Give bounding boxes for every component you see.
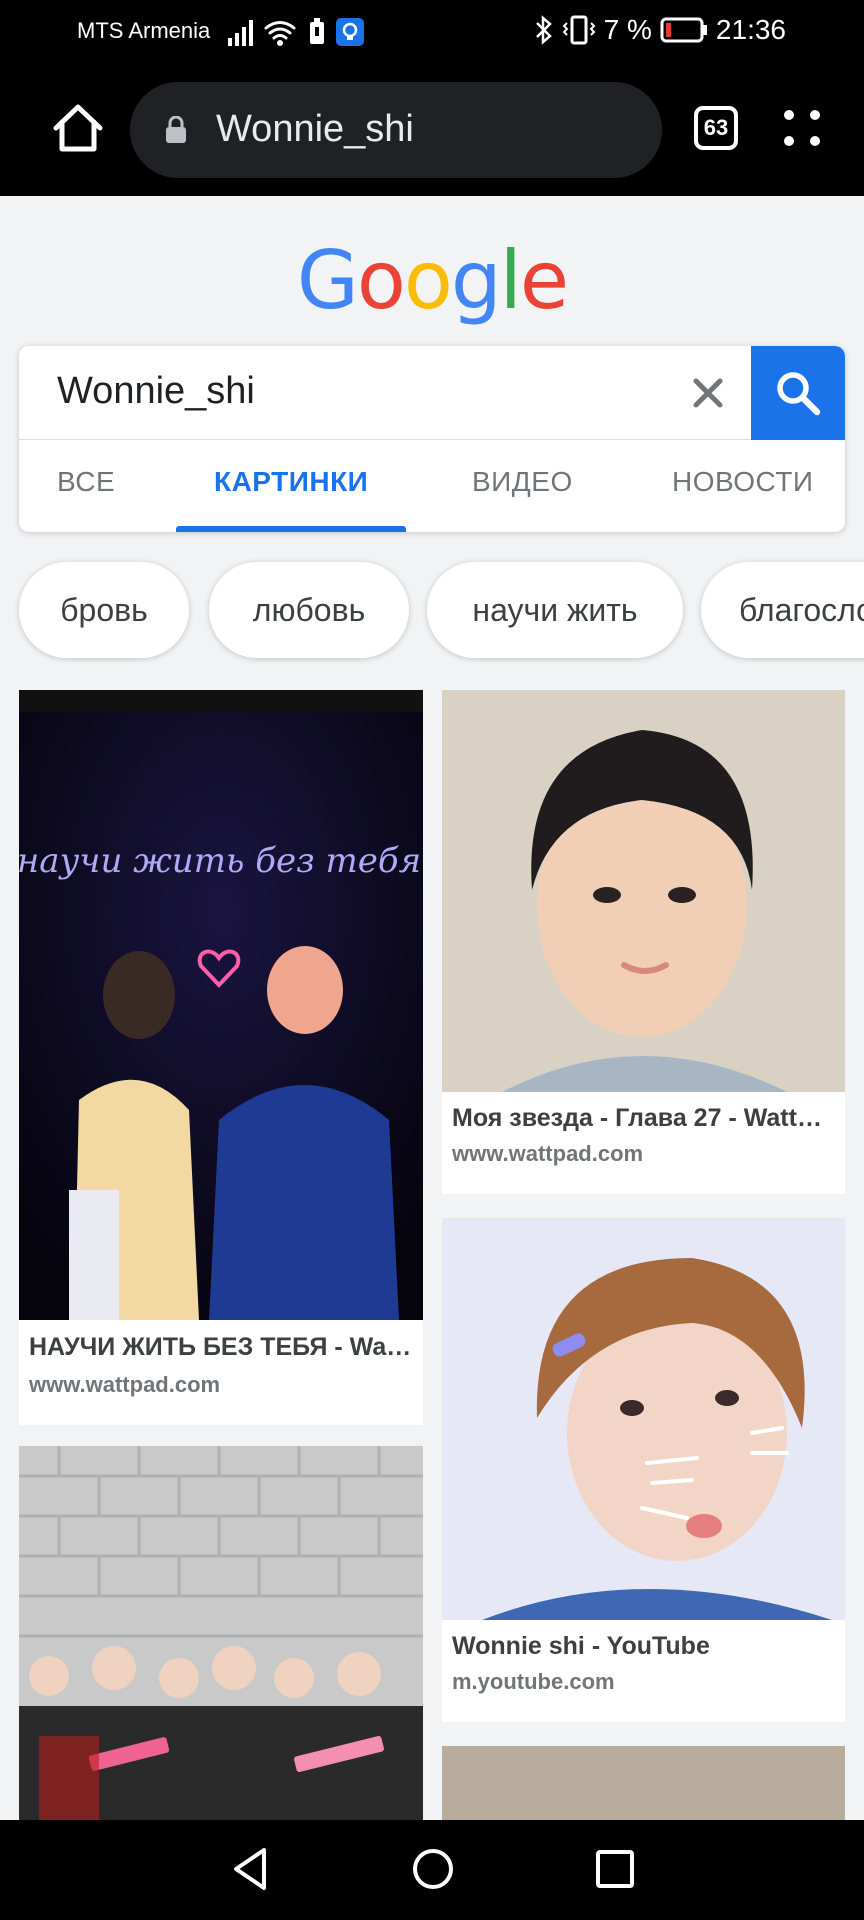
result-source: www.wattpad.com: [452, 1141, 644, 1166]
tab-images[interactable]: КАРТИНКИ: [214, 466, 368, 498]
close-icon: [693, 378, 723, 408]
url-text: Wonnie_shi: [216, 108, 414, 150]
google-images-page: Google Wonnie_shi ВСЕ КАРТИНКИ ВИДЕО НОВ…: [0, 196, 864, 1820]
recents-icon[interactable]: [590, 1844, 640, 1894]
search-query[interactable]: Wonnie_shi: [57, 370, 255, 413]
status-bar: MTS Armenia 7 % 21:36: [0, 0, 864, 64]
tab-video[interactable]: ВИДЕО: [472, 466, 573, 498]
tab-all[interactable]: ВСЕ: [57, 466, 115, 498]
logo-letter: e: [519, 234, 569, 327]
logo-letter: o: [356, 234, 406, 327]
search-button[interactable]: [751, 346, 845, 440]
menu-dot: [810, 136, 820, 146]
google-logo[interactable]: Google: [0, 234, 864, 327]
tab-switcher-button[interactable]: 63: [694, 106, 738, 150]
home-nav-icon[interactable]: [408, 1844, 458, 1894]
result-source: m.youtube.com: [452, 1669, 615, 1694]
search-card: Wonnie_shi ВСЕ КАРТИНКИ ВИДЕО НОВОСТИ: [19, 346, 845, 532]
logo-letter: g: [450, 234, 502, 327]
back-icon[interactable]: [226, 1844, 276, 1894]
active-tab-indicator: [176, 526, 406, 532]
result-thumbnail[interactable]: [442, 1746, 845, 1820]
search-tabs: ВСЕ КАРТИНКИ ВИДЕО НОВОСТИ: [19, 440, 845, 532]
battery-percent: 7 %: [603, 14, 652, 45]
lock-icon: [166, 116, 186, 143]
logo-letter: o: [403, 234, 453, 327]
search-box[interactable]: Wonnie_shi: [19, 346, 845, 440]
vibrate-icon: [562, 15, 596, 45]
result-title[interactable]: Wonnie shi - YouTube: [452, 1632, 835, 1661]
home-icon: [53, 104, 103, 152]
result-image-group: [19, 1446, 423, 1820]
clear-search-button[interactable]: [687, 372, 729, 414]
browser-toolbar: Wonnie_shi 63: [0, 64, 864, 196]
result-title[interactable]: НАУЧИ ЖИТЬ БЕЗ ТЕБЯ - Wattpad: [29, 1333, 413, 1362]
svg-text:научи жить без тебя: научи жить без тебя: [19, 841, 421, 881]
bluetooth-icon: [535, 15, 552, 45]
image-result-card[interactable]: Моя звезда - Глава 27 - Wattpad www.watt…: [442, 690, 845, 1194]
result-title[interactable]: Моя звезда - Глава 27 - Wattpad: [452, 1104, 835, 1133]
cell-signal-icon: [228, 20, 253, 46]
image-result-card[interactable]: научи жить без тебя НАУЧИ ЖИТЬ БЕЗ ТЕБЯ …: [19, 690, 423, 1425]
result-thumbnail[interactable]: [19, 1446, 423, 1820]
home-button[interactable]: [50, 100, 106, 156]
menu-dot: [784, 110, 794, 120]
tab-news[interactable]: НОВОСТИ: [672, 466, 814, 498]
result-thumbnail[interactable]: научи жить без тебя: [19, 690, 423, 1320]
chip-teach-to-live[interactable]: научи жить: [427, 562, 683, 658]
carrier-name: MTS Armenia: [77, 18, 211, 43]
result-thumbnail[interactable]: [442, 690, 845, 1092]
result-image-portrait: [442, 1218, 845, 1620]
power-saving-mode-icon: [336, 18, 364, 46]
image-result-card[interactable]: [19, 1446, 423, 1820]
result-source: www.wattpad.com: [29, 1372, 221, 1397]
signal-wifi-icons: [226, 16, 366, 53]
clock: 21:36: [715, 14, 786, 45]
result-thumbnail[interactable]: [442, 1218, 845, 1620]
result-image-couple: научи жить без тебя: [19, 690, 423, 1320]
menu-dot: [784, 136, 794, 146]
system-nav-bar: [0, 1820, 864, 1920]
logo-letter: l: [499, 234, 522, 327]
battery-low-icon: [660, 17, 707, 43]
result-image-portrait: [442, 690, 845, 1092]
search-icon: [777, 372, 821, 416]
wifi-icon: [264, 21, 296, 40]
chip-love[interactable]: любовь: [209, 562, 409, 658]
status-right: 7 % 21:36: [534, 14, 786, 46]
chip-brow[interactable]: бровь: [19, 562, 189, 658]
menu-dot: [810, 110, 820, 120]
battery-saver-icon: [310, 18, 324, 44]
menu-button[interactable]: [782, 108, 822, 148]
image-result-card[interactable]: [442, 1746, 845, 1820]
image-result-card[interactable]: Wonnie shi - YouTube m.youtube.com: [442, 1218, 845, 1722]
chip-blessing[interactable]: благослов: [701, 562, 864, 658]
address-bar[interactable]: Wonnie_shi: [130, 82, 662, 178]
logo-letter: G: [296, 234, 359, 327]
